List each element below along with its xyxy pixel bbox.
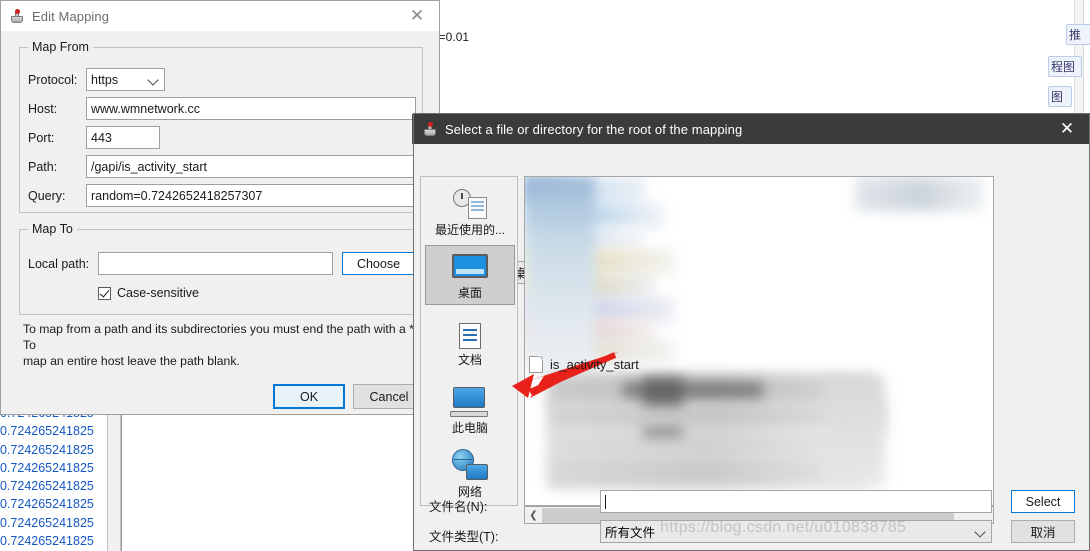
file-name-label: 文件名(N): (429, 500, 488, 514)
list-item: 0.724265241825 (0, 442, 94, 457)
chip-label: 推 (1066, 24, 1090, 45)
protocol-select[interactable]: https (86, 68, 165, 91)
list-item: 0.724265241825 (0, 479, 94, 494)
query-input[interactable]: random=0.7242652418257307 (86, 184, 416, 207)
edit-mapping-dialog: Edit Mapping ✕ Map From Protocol: https … (0, 0, 440, 415)
help-line-2: map an entire host leave the path blank. (23, 354, 240, 368)
list-item[interactable]: is_activity_start (529, 356, 639, 373)
chip-label: 程图 (1048, 56, 1082, 77)
blurred-text (643, 427, 683, 437)
local-path-input[interactable] (98, 252, 333, 275)
header-line (432, 75, 1032, 90)
list-item: 0.724265241825 (0, 515, 94, 530)
file-chooser-cancel-label: 取消 (1030, 526, 1056, 540)
file-chooser-title: Select a file or directory for the root … (445, 121, 743, 137)
file-chooser-dialog: Select a file or directory for the root … (413, 113, 1090, 551)
background-panel-divider[interactable] (107, 404, 121, 551)
select-button-label: Select (1025, 494, 1061, 509)
file-chooser-cancel-button[interactable]: 取消 (1011, 520, 1075, 543)
checkmark-icon (98, 286, 111, 300)
help-text: To map from a path and its subdirectorie… (23, 321, 421, 369)
chevron-down-icon (974, 525, 987, 538)
cancel-button-label: Cancel (369, 389, 409, 404)
choose-button-label: Choose (356, 256, 401, 271)
list-item: 0.724265241825 (0, 460, 94, 475)
map-from-legend: Map From (28, 40, 93, 54)
case-sensitive-label: Case-sensitive (117, 286, 199, 300)
protocol-label: Protocol: (28, 73, 78, 87)
close-icon[interactable]: ✕ (1045, 114, 1089, 144)
file-type-select[interactable]: 所有文件 (600, 520, 992, 543)
protocol-value: https (91, 72, 119, 87)
local-path-label: Local path: (28, 257, 90, 271)
host-input[interactable]: www.wmnetwork.cc (86, 97, 416, 120)
port-input[interactable]: 443 (86, 126, 160, 149)
choose-button[interactable]: Choose (342, 252, 415, 275)
list-item-label: is_activity_start (550, 357, 639, 372)
file-name-input[interactable] (600, 490, 992, 513)
file-type-value: 所有文件 (605, 526, 656, 540)
charles-app-icon (422, 121, 438, 137)
sidebar-item-label: 此电脑 (451, 421, 488, 435)
blurred-item (825, 377, 885, 487)
file-icon (529, 356, 543, 373)
file-chooser-titlebar: Select a file or directory for the root … (414, 114, 1089, 144)
file-type-label: 文件类型(T): (429, 530, 499, 544)
port-value: 443 (91, 130, 112, 145)
map-to-legend: Map To (28, 222, 77, 236)
scroll-left-icon[interactable]: ❮ (525, 507, 542, 523)
sidebar-item-recent[interactable]: 最近使用的... (425, 181, 515, 241)
background-right-chips: 推 程图 图 (1048, 0, 1090, 115)
blurred-text (623, 382, 763, 398)
edit-mapping-title: Edit Mapping (32, 8, 110, 24)
sidebar-item-label: 桌面 (457, 286, 482, 300)
sidebar-item-label: 最近使用的... (434, 223, 505, 237)
blurred-item (547, 455, 867, 489)
help-line-1: To map from a path and its subdirectorie… (23, 322, 418, 352)
path-label: Path: (28, 160, 58, 174)
sidebar-item-desktop[interactable]: 桌面 (425, 245, 515, 305)
blurred-icon-column (525, 177, 595, 377)
charles-app-icon (9, 8, 25, 24)
chip-label: 图 (1048, 86, 1072, 107)
host-label: Host: (28, 102, 58, 116)
places-sidebar: 最近使用的... 桌面 文档 此电脑 网络 (420, 176, 518, 506)
query-label: Query: (28, 189, 66, 203)
background-http-headers: q=0.01 CN; Lenovo L58041 Build/PKQ1.1901… (432, 0, 1032, 112)
ok-button-label: OK (299, 389, 319, 404)
edit-mapping-titlebar: Edit Mapping ✕ (1, 1, 439, 31)
file-list[interactable]: is_activity_start (524, 176, 994, 506)
desktop-icon (450, 254, 490, 282)
query-value: random=0.7242652418257307 (91, 188, 263, 203)
path-input[interactable]: /gapi/is_activity_start (86, 155, 416, 178)
sidebar-item-label: 文档 (457, 353, 482, 367)
port-label: Port: (28, 131, 55, 145)
select-button[interactable]: Select (1011, 490, 1075, 513)
close-icon[interactable]: ✕ (395, 1, 439, 31)
list-item: 0.724265241825 (0, 424, 94, 439)
this-pc-icon (450, 387, 490, 417)
case-sensitive-checkbox[interactable]: Case-sensitive (98, 286, 199, 300)
blurred-item (855, 177, 985, 211)
path-value: /gapi/is_activity_start (91, 159, 208, 174)
background-random-values-list: 0.724265241825 0.724265241825 0.72426524… (0, 404, 98, 551)
recent-icon (453, 189, 487, 219)
header-line: q=0.01 (432, 30, 470, 44)
network-icon (452, 449, 488, 481)
list-item: 0.724265241825 (0, 497, 94, 512)
sidebar-item-network[interactable]: 网络 (425, 443, 515, 503)
list-item: 0.724265241825 (0, 534, 94, 549)
documents-icon (459, 323, 481, 349)
ok-button[interactable]: OK (273, 384, 345, 409)
text-caret (605, 494, 606, 509)
background-panel-body (121, 404, 413, 551)
chevron-down-icon (147, 73, 160, 86)
host-value: www.wmnetwork.cc (91, 101, 201, 116)
